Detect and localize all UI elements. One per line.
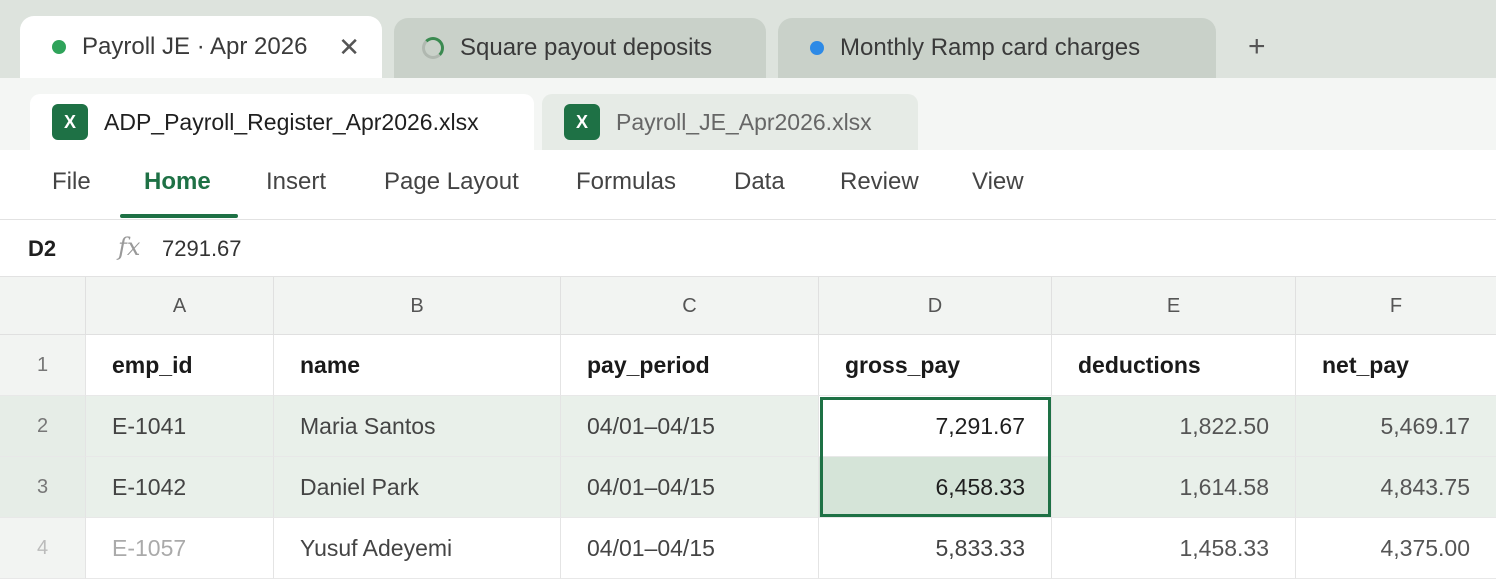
- table-cell[interactable]: E-1041: [86, 396, 274, 457]
- column-header-b[interactable]: B: [274, 277, 561, 335]
- browser-tab-square-payouts[interactable]: Square payout deposits: [394, 18, 766, 78]
- excel-file-icon: X: [564, 104, 600, 140]
- ribbon-tab-view[interactable]: View: [972, 168, 1024, 196]
- table-cell[interactable]: net_pay: [1296, 335, 1496, 396]
- table-cell[interactable]: 4,375.00: [1296, 518, 1496, 579]
- table-cell[interactable]: 04/01–04/15: [561, 518, 819, 579]
- formula-input[interactable]: 7291.67: [162, 236, 242, 262]
- file-tab-payroll-je[interactable]: X Payroll_JE_Apr2026.xlsx: [542, 94, 918, 150]
- ribbon-tab-insert[interactable]: Insert: [266, 168, 326, 196]
- column-header-a[interactable]: A: [86, 277, 274, 335]
- table-cell[interactable]: 1,822.50: [1052, 396, 1296, 457]
- table-cell[interactable]: gross_pay: [819, 335, 1052, 396]
- row-header[interactable]: 2: [0, 396, 86, 457]
- select-all-corner[interactable]: [0, 277, 86, 335]
- row-header[interactable]: 4: [0, 518, 86, 579]
- ribbon-tab-page-layout[interactable]: Page Layout: [384, 168, 519, 196]
- table-cell[interactable]: 4,843.75: [1296, 457, 1496, 518]
- table-cell[interactable]: 5,833.33: [819, 518, 1052, 579]
- close-icon[interactable]: ✕: [338, 32, 360, 63]
- table-cell[interactable]: Yusuf Adeyemi: [274, 518, 561, 579]
- table-cell[interactable]: 04/01–04/15: [561, 396, 819, 457]
- ribbon-tab-file[interactable]: File: [52, 168, 91, 196]
- browser-tab-label: Square payout deposits: [460, 34, 713, 61]
- browser-tab-strip: Payroll JE · Apr 2026 ✕ Square payout de…: [0, 0, 1496, 78]
- row-header[interactable]: 1: [0, 335, 86, 396]
- ribbon-tab-review[interactable]: Review: [840, 168, 919, 196]
- file-tab-payroll-register[interactable]: X ADP_Payroll_Register_Apr2026.xlsx: [30, 94, 534, 150]
- function-icon: fx: [118, 233, 141, 261]
- cell-reference-box[interactable]: D2: [28, 236, 56, 262]
- table-cell[interactable]: pay_period: [561, 335, 819, 396]
- table-cell[interactable]: 04/01–04/15: [561, 457, 819, 518]
- table-cell[interactable]: 1,458.33: [1052, 518, 1296, 579]
- table-cell[interactable]: E-1042: [86, 457, 274, 518]
- table-cell[interactable]: name: [274, 335, 561, 396]
- table-cell[interactable]: 5,469.17: [1296, 396, 1496, 457]
- row-header[interactable]: 3: [0, 457, 86, 518]
- column-header-c[interactable]: C: [561, 277, 819, 335]
- ribbon-menu: File Home Insert Page Layout Formulas Da…: [0, 150, 1496, 220]
- file-tab-row: X ADP_Payroll_Register_Apr2026.xlsx X Pa…: [0, 78, 1496, 150]
- table-cell[interactable]: E-1057: [86, 518, 274, 579]
- ribbon-tab-home[interactable]: Home: [144, 168, 211, 196]
- table-cell[interactable]: Maria Santos: [274, 396, 561, 457]
- browser-tab-label: Payroll JE · Apr 2026: [82, 33, 308, 60]
- active-tab-indicator: [120, 214, 238, 218]
- column-header-e[interactable]: E: [1052, 277, 1296, 335]
- status-dot-icon: [52, 40, 66, 54]
- ribbon-tab-formulas[interactable]: Formulas: [576, 168, 676, 196]
- browser-tab-label: Monthly Ramp card charges: [840, 34, 1141, 61]
- new-tab-plus-icon[interactable]: +: [1248, 30, 1266, 64]
- column-header-f[interactable]: F: [1296, 277, 1496, 335]
- file-tab-label: ADP_Payroll_Register_Apr2026.xlsx: [104, 108, 479, 135]
- loading-spinner-icon: [422, 37, 444, 59]
- table-cell[interactable]: deductions: [1052, 335, 1296, 396]
- spreadsheet-grid: A B C D E F 1 emp_id name pay_period gro…: [0, 277, 1496, 584]
- table-cell[interactable]: 1,614.58: [1052, 457, 1296, 518]
- browser-tab-payroll-je[interactable]: Payroll JE · Apr 2026 ✕: [20, 16, 382, 78]
- status-dot-icon: [810, 41, 824, 55]
- ribbon-tab-data[interactable]: Data: [734, 168, 785, 196]
- browser-tab-ramp-charges[interactable]: Monthly Ramp card charges: [778, 18, 1216, 78]
- excel-file-icon: X: [52, 104, 88, 140]
- column-header-row: A B C D E F: [0, 277, 1496, 335]
- selection-range-border: [820, 397, 1051, 517]
- table-cell[interactable]: emp_id: [86, 335, 274, 396]
- formula-bar: D2 fx 7291.67: [0, 221, 1496, 277]
- table-cell[interactable]: Daniel Park: [274, 457, 561, 518]
- column-header-d[interactable]: D: [819, 277, 1052, 335]
- file-tab-label: Payroll_JE_Apr2026.xlsx: [616, 108, 872, 135]
